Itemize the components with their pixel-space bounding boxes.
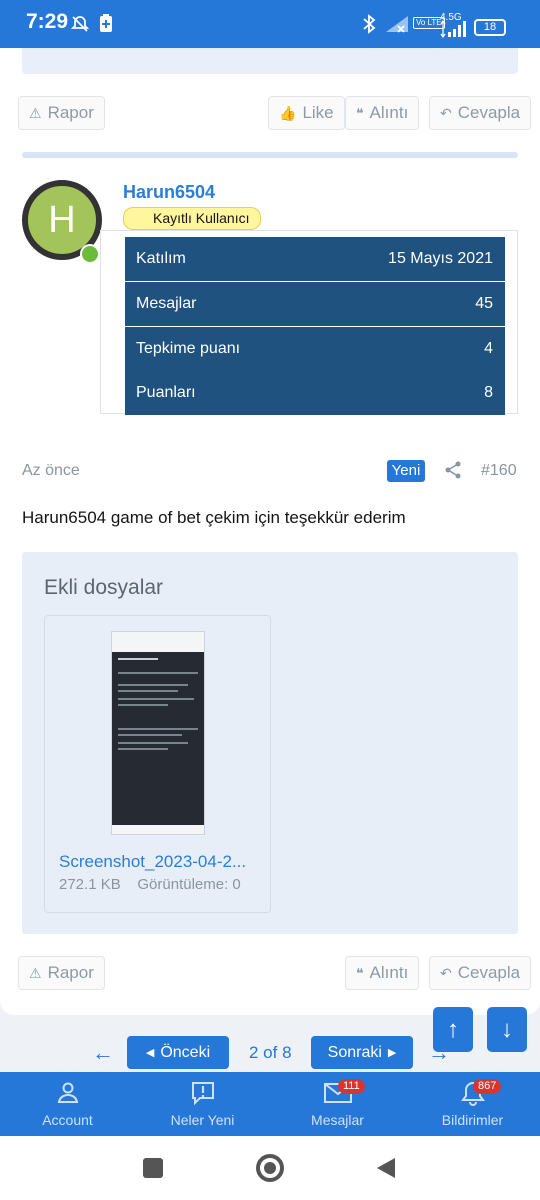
reply-label: Cevapla [457,103,521,122]
battery-saver-icon [100,14,112,37]
reply-icon: ↶ [440,104,452,121]
avatar-letter: H [48,198,76,241]
stat-row: Katılım 15 Mayıs 2021 [125,237,505,281]
thumbs-up-icon: 👍 [279,104,297,121]
quote-icon: ❝ [356,104,364,121]
nav-notifications[interactable]: 867 Bildirimler [405,1072,540,1136]
user-role-badge: Kayıtlı Kullanıcı [123,207,261,230]
stat-value: 8 [484,384,493,401]
home-icon[interactable] [256,1154,284,1182]
stat-row: Mesajlar 45 [125,282,505,326]
status-bar: 7:29 Vo LTE 4.5G 18 [0,0,540,48]
scroll-up-button[interactable]: ↑ [433,1007,473,1052]
attachments-title: Ekli dosyalar [44,576,164,599]
post-separator [22,152,518,158]
stat-value: 15 Mayıs 2021 [388,250,493,267]
reply-label: Cevapla [457,963,521,982]
quote-button[interactable]: ❝ Alıntı [345,956,420,990]
battery-indicator: 18 [474,19,506,36]
quote-button[interactable]: ❝ Alıntı [345,96,420,130]
nav-notifications-label: Bildirimler [441,1112,504,1128]
quote-icon: ❝ [356,964,364,981]
attachment-file[interactable]: Screenshot_2023-04-2... 272.1 KB Görüntü… [44,615,271,913]
attachment-name[interactable]: Screenshot_2023-04-2... [59,852,246,872]
person-icon [0,1080,135,1111]
status-time: 7:29 [26,10,69,33]
prev-page-button[interactable]: ◀ Önceki [127,1036,229,1069]
stat-label: Puanları [136,384,196,401]
stat-row: Puanları 8 [125,371,505,415]
new-badge: Yeni [387,460,425,482]
post-time[interactable]: Az önce [22,462,80,480]
next-page-button[interactable]: Sonraki ▶ [311,1036,413,1069]
stat-label: Tepkime puanı [136,340,241,357]
username-link[interactable]: Harun6504 [123,182,215,203]
signal-strength-icon [440,19,468,43]
stat-label: Mesajlar [136,295,197,312]
notifications-count-badge: 867 [473,1079,502,1094]
system-navigation-bar [0,1136,540,1200]
mute-icon [70,14,90,39]
nav-whats-new[interactable]: Neler Yeni [135,1072,270,1136]
online-status-icon [80,244,100,264]
alert-circle-icon: ⚠ [29,104,42,121]
arrow-up-icon: ↑ [447,1015,459,1043]
recents-icon[interactable] [143,1158,163,1178]
nav-messages[interactable]: 111 Mesajlar [270,1072,405,1136]
alert-icon [135,1080,270,1113]
chevron-left-icon: ◀ [145,1047,155,1059]
attachment-size: 272.1 KB [59,876,121,893]
back-arrow-icon[interactable]: ← [92,1040,114,1066]
nav-account[interactable]: Account [0,1072,135,1136]
bluetooth-icon [362,14,376,39]
reply-button[interactable]: ↶ Cevapla [429,96,532,130]
quote-label: Alıntı [369,103,409,122]
back-icon[interactable] [375,1156,397,1185]
quote-label: Alıntı [369,963,409,982]
alert-circle-icon: ⚠ [29,964,42,981]
report-button[interactable]: ⚠ Rapor [18,956,105,990]
previous-post-content [22,48,518,74]
stat-value: 45 [475,295,493,312]
reply-icon: ↶ [440,964,452,981]
report-button[interactable]: ⚠ Rapor [18,96,105,130]
attachment-thumbnail[interactable] [111,631,205,835]
report-label: Rapor [47,963,94,982]
like-label: Like [302,103,334,122]
reply-button[interactable]: ↶ Cevapla [429,956,532,990]
share-icon[interactable] [444,460,462,485]
bottom-navigation: Account Neler Yeni 111 Mesajlar 867 Bild… [0,1072,540,1136]
chevron-right-icon: ▶ [387,1047,397,1059]
like-button[interactable]: 👍 Like [268,96,345,130]
messages-count-badge: 111 [338,1079,365,1094]
stat-row: Tepkime puanı 4 [125,327,505,371]
attachments-box: Ekli dosyalar Screenshot_2023-04-2... 27… [22,552,518,934]
prev-page-label: Önceki [160,1043,211,1061]
user-stats-table: Katılım 15 Mayıs 2021 Mesajlar 45 Tepkim… [100,230,518,415]
post-number[interactable]: #160 [481,462,517,480]
attachment-views: Görüntüleme: 0 [137,876,241,893]
page-indicator[interactable]: 2 of 8 [249,1043,292,1063]
next-page-label: Sonraki [327,1043,382,1061]
scroll-down-button[interactable]: ↓ [487,1007,527,1052]
signal-weak-icon [384,14,410,39]
post-message: Harun6504 game of bet çekim için teşekkü… [22,508,406,527]
attachment-info: 272.1 KB Görüntüleme: 0 [59,876,241,893]
nav-messages-label: Mesajlar [311,1112,364,1128]
stat-label: Katılım [136,250,186,267]
nav-account-label: Account [42,1112,93,1128]
stat-value: 4 [484,340,493,357]
report-label: Rapor [47,103,94,122]
nav-whats-new-label: Neler Yeni [170,1112,235,1128]
arrow-down-icon: ↓ [501,1015,513,1043]
